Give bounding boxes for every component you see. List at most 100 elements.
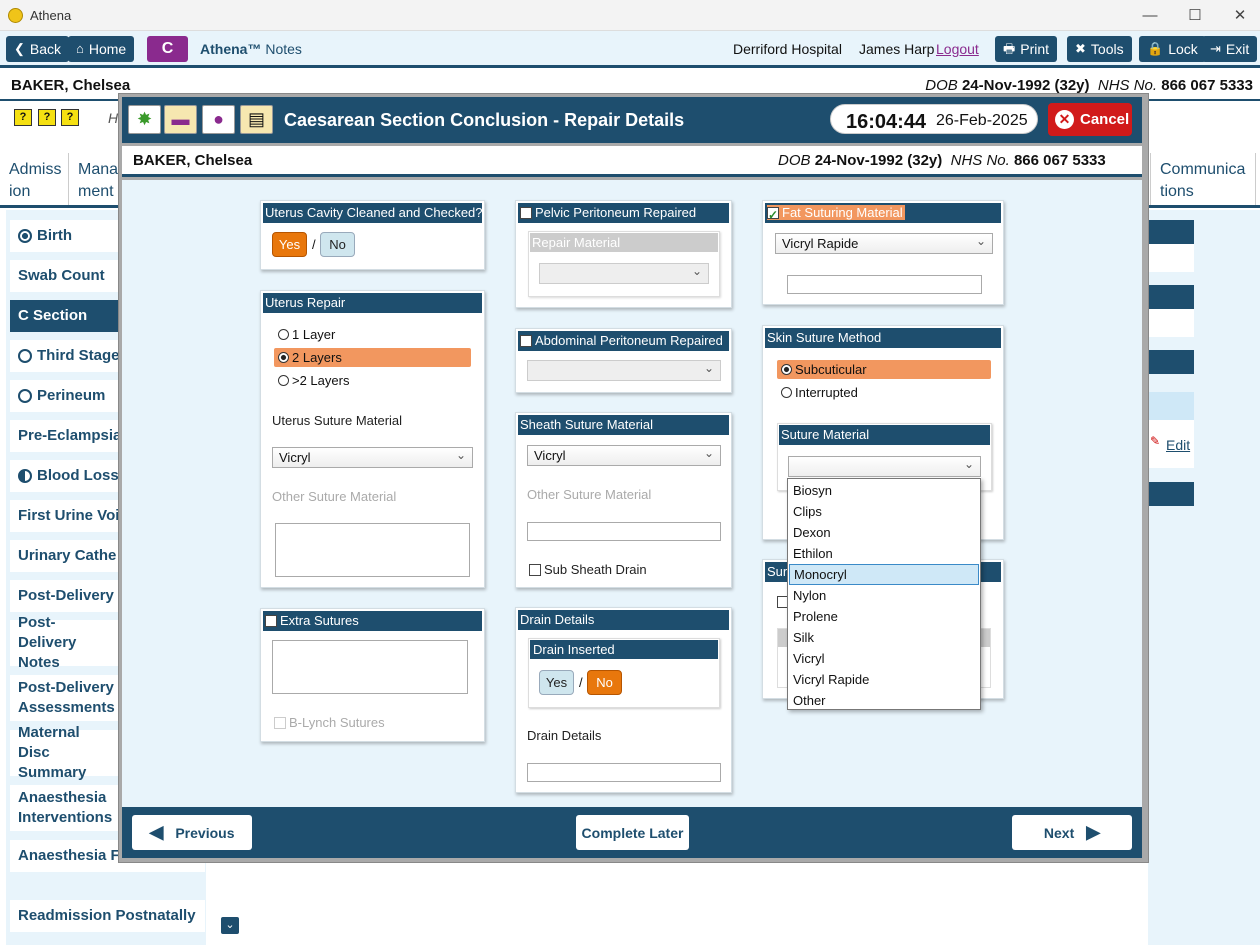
sidebar-item-readmission[interactable]: Readmission Postnatally (10, 900, 205, 932)
fat-suturing-header[interactable]: Fat Suturing Material (765, 203, 1001, 223)
pelvic-peritoneum-checkbox[interactable] (520, 207, 532, 219)
option-other[interactable]: Other (789, 690, 979, 711)
sidebar-label: Post-Delivery Notes (18, 614, 77, 671)
maximize-icon[interactable]: ☐ (1185, 6, 1205, 26)
uterus-repair-2-layers-radio[interactable]: 2 Layers (274, 348, 471, 367)
edit-row: ✎ Edit (1148, 420, 1194, 468)
logout-link[interactable]: Logout (936, 41, 979, 57)
sidebar-label: C Section (18, 307, 88, 324)
athena-logo-icon (8, 8, 23, 23)
brand-suffix: Notes (261, 41, 302, 57)
option-ethilon[interactable]: Ethilon (789, 543, 979, 564)
uterus-cavity-yes-button[interactable]: Yes (272, 232, 307, 257)
sub-sheath-drain-checkbox[interactable]: Sub Sheath Drain (529, 562, 647, 577)
sidebar-item-post-delivery-notes[interactable]: Post-Delivery Notes (10, 614, 120, 671)
uterus-cavity-no-button[interactable]: No (320, 232, 355, 257)
close-icon[interactable]: ✕ (1230, 6, 1250, 26)
suture-material-header: Suture Material (779, 425, 990, 445)
drain-details-input[interactable] (527, 763, 721, 782)
fat-suturing-select[interactable]: Vicryl Rapide (775, 232, 993, 254)
skin-suture-header: Skin Suture Method (765, 328, 1001, 348)
extra-sutures-header[interactable]: Extra Sutures (263, 611, 482, 631)
radio-label: 1 Layer (292, 327, 336, 342)
option-prolene[interactable]: Prolene (789, 606, 979, 627)
next-button[interactable]: Next ▶ (1012, 815, 1132, 850)
lock-button[interactable]: 🔒 Lock (1139, 36, 1206, 62)
back-button[interactable]: ❮ Back (6, 36, 70, 62)
bg-h-label: H (108, 110, 119, 126)
sidebar-item-maternal-discharge[interactable]: Maternal Disc Summary (10, 724, 120, 781)
b-lynch-checkbox[interactable]: B-Lynch Sutures (274, 715, 385, 730)
abdominal-peritoneum-checkbox[interactable] (520, 335, 532, 347)
top-navigation: ❮ Back ⌂ Home C Athena™ Notes Derriford Ho… (0, 31, 1260, 68)
option-clips[interactable]: Clips (789, 501, 979, 522)
radio-label: 2 Layers (292, 350, 342, 365)
previous-label: Previous (175, 824, 235, 841)
uterus-repair-1-layer-radio[interactable]: 1 Layer (274, 325, 471, 344)
lock-icon: 🔒 (1147, 41, 1164, 56)
panel-body (1148, 309, 1194, 337)
print-label: Print (1020, 41, 1050, 57)
option-vicryl[interactable]: Vicryl (789, 648, 979, 669)
edit-link[interactable]: Edit (1166, 437, 1190, 453)
drain-details-label: Drain Details (527, 728, 602, 743)
c-section-badge[interactable]: C (147, 36, 188, 62)
home-button[interactable]: ⌂ Home (68, 36, 135, 62)
yes-no-separator: / (579, 675, 583, 690)
cancel-button[interactable]: ✕ Cancel (1048, 103, 1132, 136)
mother-baby-icon[interactable]: ● (202, 105, 235, 134)
previous-button[interactable]: ◀ Previous (132, 815, 252, 850)
pelvic-peritoneum-header[interactable]: Pelvic Peritoneum Repaired (518, 203, 729, 223)
skin-subcuticular-radio[interactable]: Subcuticular (777, 360, 991, 379)
drain-inserted-no-button[interactable]: No (587, 670, 622, 695)
sheath-suture-header: Sheath Suture Material (518, 415, 729, 435)
help-icon[interactable]: ? (38, 109, 56, 126)
sidebar-label: Readmission Postnatally (18, 907, 196, 924)
extra-sutures-checkbox[interactable] (265, 615, 277, 627)
option-dexon[interactable]: Dexon (789, 522, 979, 543)
drain-inserted-yes-button[interactable]: Yes (539, 670, 574, 695)
tools-label: Tools (1090, 41, 1124, 57)
minimize-icon[interactable]: — (1140, 6, 1160, 26)
checkbox-label: B-Lynch Sutures (289, 715, 385, 730)
exit-button[interactable]: ⇥ Exit (1202, 36, 1258, 62)
option-nylon[interactable]: Nylon (789, 585, 979, 606)
fat-suturing-checkbox[interactable] (767, 205, 779, 223)
help-list-icon[interactable]: ? (14, 109, 32, 126)
dialog-title: Caesarean Section Conclusion - Repair De… (284, 110, 685, 130)
uterus-repair-more-layers-radio[interactable]: >2 Layers (274, 371, 471, 390)
uterus-other-suture-textarea[interactable] (275, 523, 470, 577)
tab-admission[interactable]: Admiss ion (0, 153, 69, 205)
tools-button[interactable]: ✖ Tools (1067, 36, 1132, 62)
tab-management[interactable]: Mana ment (69, 153, 121, 205)
option-monocryl[interactable]: Monocryl (789, 564, 979, 585)
print-button[interactable]: 🖶 Print (995, 36, 1058, 62)
extra-sutures-textarea[interactable] (272, 640, 468, 694)
home-label: Home (88, 41, 127, 57)
complete-later-button[interactable]: Complete Later (576, 815, 689, 850)
medication-icon[interactable]: ▬ (164, 105, 197, 134)
notes-icon[interactable]: ▤ (240, 105, 273, 134)
radio-icon (278, 329, 289, 340)
uterus-suture-material-select[interactable]: Vicryl (272, 446, 473, 468)
complete-later-label: Complete Later (581, 824, 684, 841)
fat-suturing-other-input[interactable] (787, 275, 982, 294)
option-silk[interactable]: Silk (789, 627, 979, 648)
suture-material-select[interactable] (788, 455, 981, 477)
option-vicryl-rapide[interactable]: Vicryl Rapide (789, 669, 979, 690)
sidebar-item-post-delivery-assessments[interactable]: Post-Delivery Assessments (10, 675, 120, 721)
suture-material-dropdown-list: Biosyn Clips Dexon Ethilon Monocryl Nylo… (787, 478, 981, 710)
abdominal-peritoneum-header[interactable]: Abdominal Peritoneum Repaired (518, 331, 729, 351)
back-label: Back (29, 41, 62, 57)
sheath-other-suture-input[interactable] (527, 522, 721, 541)
scroll-down-icon[interactable]: ⌄ (221, 917, 239, 934)
help-alt-icon[interactable]: ? (61, 109, 79, 126)
checkbox-label: Fat Suturing Material (782, 205, 903, 220)
option-biosyn[interactable]: Biosyn (789, 480, 979, 501)
sidebar-item-anaesthesia-interventions[interactable]: Anaesthesia Interventions (10, 785, 120, 831)
tab-communications[interactable]: Communica tions (1150, 153, 1256, 205)
checkbox-icon (529, 564, 541, 576)
sheath-suture-select[interactable]: Vicryl (527, 444, 721, 466)
skin-interrupted-radio[interactable]: Interrupted (777, 383, 991, 402)
maternity-star-icon[interactable]: ✸ (128, 105, 161, 134)
